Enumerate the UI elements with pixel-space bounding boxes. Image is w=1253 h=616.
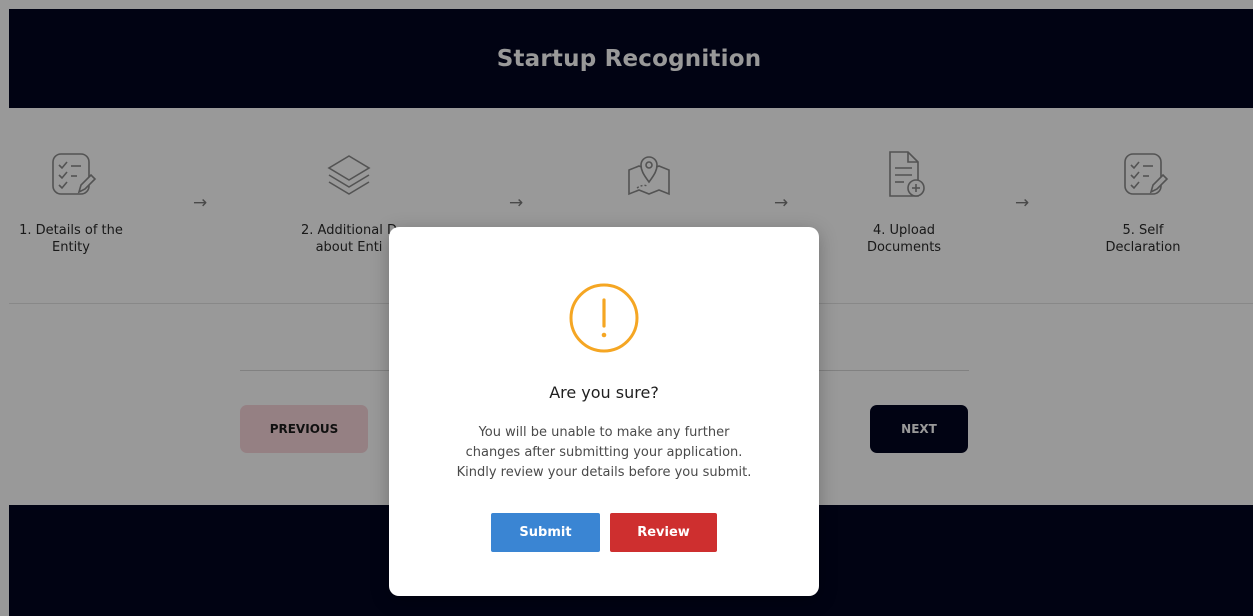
review-button[interactable]: Review xyxy=(610,513,717,552)
dialog-message-line: Kindly review your details before you su… xyxy=(456,465,752,480)
dialog-message-line: You will be unable to make any further xyxy=(478,425,730,440)
dialog-message-line: changes after submitting your applicatio… xyxy=(465,445,743,460)
dialog-title: Are you sure? xyxy=(549,383,659,402)
submit-button[interactable]: Submit xyxy=(491,513,600,552)
confirm-dialog: Are you sure? You will be unable to make… xyxy=(389,227,819,596)
dialog-message: You will be unable to make any further c… xyxy=(424,423,784,483)
warning-icon xyxy=(569,283,639,353)
